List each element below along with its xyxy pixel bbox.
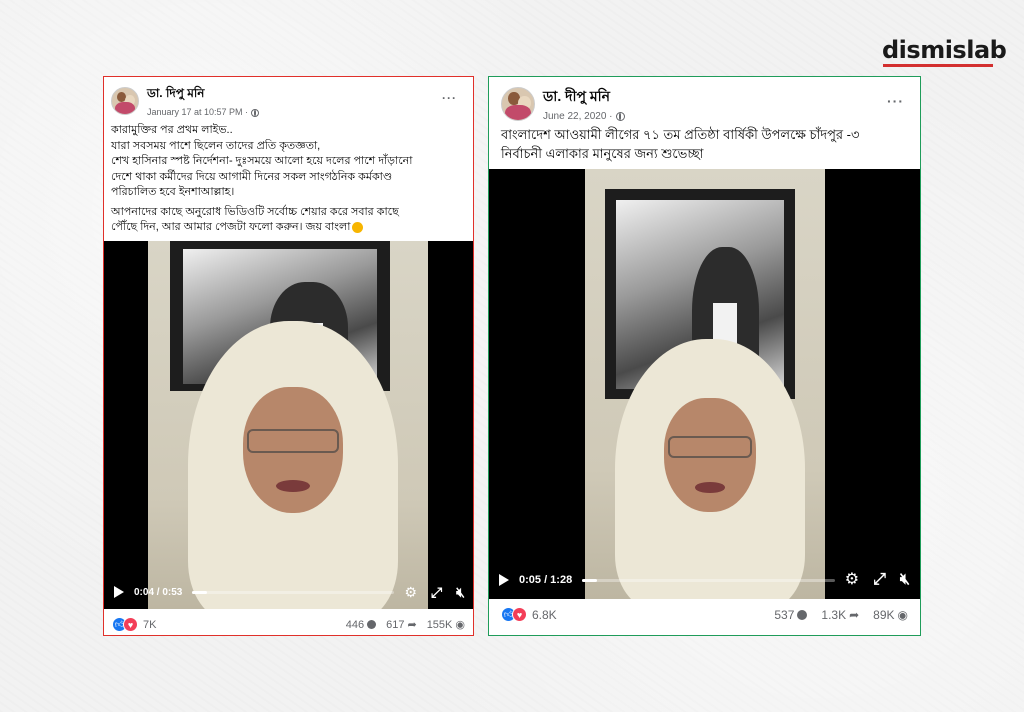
video-time: 0:04 / 0:53 [134,586,183,598]
video-time: 0:05 / 1:28 [519,574,573,586]
caption-line: দেশে থাকা কর্মীদের দিয়ে আগামী দিনের সকল… [111,170,393,183]
author-avatar[interactable] [111,87,139,115]
post-footer: 👍︎ ♥ 7K 446 617 ➦ 155K ◉ [104,617,473,632]
reactions-count: 6.8K [532,607,557,622]
play-icon[interactable] [114,586,124,598]
video-progress-bar[interactable] [582,578,835,582]
video-progress-fill [192,590,207,594]
video-player[interactable]: 0:04 / 0:53 ⚙ ⤢ 🔇︎ [104,241,473,609]
eye-icon: ◉ [455,619,465,631]
views-stat: 89K ◉ [873,608,908,622]
post-date[interactable]: January 17 at 10:57 PM · [147,107,248,117]
shares-stat[interactable]: 1.3K ➦ [821,608,859,622]
post-caption: কারামুক্তির পর প্রথম লাইভ.. যারা সবসময় … [111,123,412,236]
settings-icon[interactable]: ⚙ [845,572,859,588]
globe-icon [251,108,260,117]
caption-line: পৌঁছে দিন, আর আমার পেজটা ফলো করুন। জয় ব… [111,221,351,233]
caption-line: পরিচালিত হবে ইনশাআল্লাহ। [111,186,235,198]
video-controls: 0:04 / 0:53 ⚙ ⤢ 🔇︎ [104,575,473,609]
flexed-biceps-emoji-icon [352,221,364,233]
comment-icon [367,620,377,629]
love-icon: ♥ [512,607,527,622]
more-options-icon[interactable]: ··· [442,91,457,105]
brand-logo: dismislab [882,36,1007,64]
caption-line: আপনাদের কাছে অনুরোধ ভিডিওটি সর্বোচ্চ শেয… [111,205,399,218]
comments-stat[interactable]: 537 [774,607,808,622]
shares-count: 617 [386,618,405,631]
reactions[interactable]: 👍︎ ♥ 7K [112,617,156,632]
video-progress-bar[interactable] [192,590,395,594]
author-avatar[interactable] [501,86,535,121]
share-icon: ➦ [407,619,417,631]
speaker [188,321,398,609]
fullscreen-icon[interactable]: ⤢ [431,585,442,599]
post-caption: বাংলাদেশ আওয়ামী লীগের ৭১ তম প্রতিষ্ঠা ব… [501,125,859,163]
caption-line: বাংলাদেশ আওয়ামী লীগের ৭১ তম প্রতিষ্ঠা ব… [501,127,860,142]
views-count: 89K [873,607,895,622]
video-controls: 0:05 / 1:28 ⚙ ⤢ 🔇︎ [489,561,920,599]
post-header: ডা. দীপু মনি June 22, 2020 · [501,85,625,122]
author-name[interactable]: ডা. দিপু মনি [147,85,259,105]
views-count: 155K [426,618,453,631]
play-icon[interactable] [499,574,509,586]
caption-line: কারামুক্তির পর প্রথম লাইভ.. [111,124,233,136]
eye-icon: ◉ [897,607,908,622]
reactions-count: 7K [143,618,157,631]
speaker [615,339,805,599]
brand-underline [883,64,993,67]
post-footer: 👍︎ ♥ 6.8K 537 1.3K ➦ 89K ◉ [489,607,920,622]
shares-stat[interactable]: 617 ➦ [386,618,417,632]
video-frame [148,241,428,609]
video-frame [585,169,825,599]
views-stat: 155K ◉ [426,618,465,632]
mute-icon[interactable]: 🔇︎ [900,572,910,588]
post-date[interactable]: June 22, 2020 · [543,111,613,122]
reactions[interactable]: 👍︎ ♥ 6.8K [501,607,557,622]
love-icon: ♥ [123,617,138,632]
caption-line: যারা সবসময় পাশে ছিলেন তাদের প্রতি কৃতজ্… [111,139,321,152]
post-header: ডা. দিপু মনি January 17 at 10:57 PM · [111,85,260,117]
comments-count: 446 [345,618,365,631]
mute-icon[interactable]: 🔇︎ [456,585,465,599]
video-player[interactable]: 0:05 / 1:28 ⚙ ⤢ 🔇︎ [489,169,920,599]
caption-line: শেখ হাসিনার স্পষ্ট নির্দেশনা- দুঃসময়ে আ… [111,155,413,167]
caption-line: নির্বাচনী এলাকার মানুষের জন্য শুভেচ্ছা [501,146,704,161]
share-icon: ➦ [849,607,860,622]
settings-icon[interactable]: ⚙ [404,585,417,599]
shares-count: 1.3K [821,607,847,622]
facebook-post-left: ডা. দিপু মনি January 17 at 10:57 PM · ··… [103,76,474,636]
comments-stat[interactable]: 446 [345,618,377,631]
video-progress-fill [582,578,598,582]
fullscreen-icon[interactable]: ⤢ [873,572,886,588]
author-name[interactable]: ডা. দীপু মনি [543,85,625,109]
comment-icon [797,609,808,620]
globe-icon [615,111,625,121]
comments-count: 537 [774,607,795,622]
facebook-post-right: ডা. দীপু মনি June 22, 2020 · ··· বাংলাদে… [488,76,921,636]
more-options-icon[interactable]: ··· [887,93,904,109]
